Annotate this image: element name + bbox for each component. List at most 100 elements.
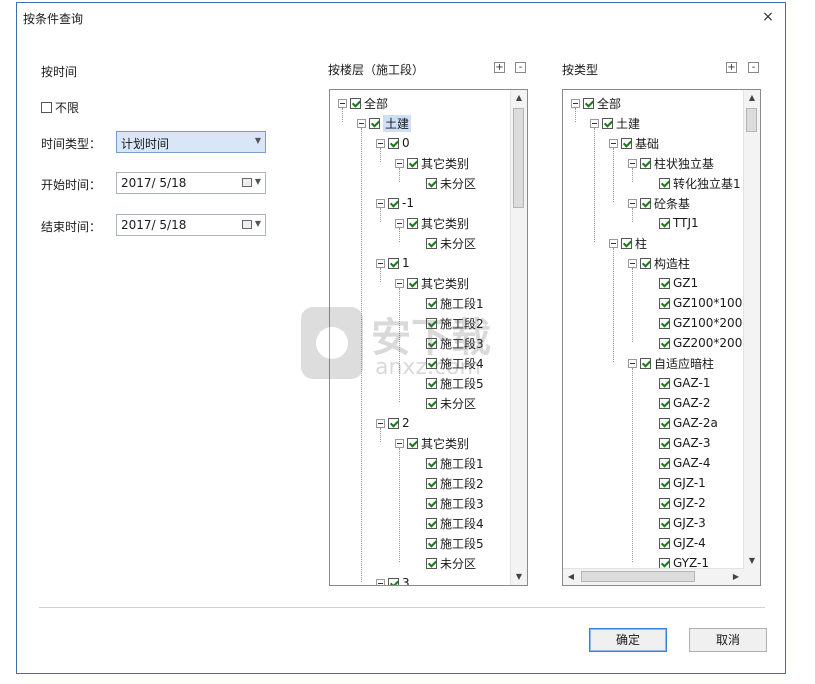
scroll-up-icon[interactable]: ▲ (744, 90, 760, 106)
tree-checkbox[interactable] (659, 477, 670, 489)
tree-checkbox[interactable] (426, 497, 437, 509)
tree-checkbox[interactable] (388, 137, 399, 149)
tree-checkbox[interactable] (426, 357, 437, 369)
tree-checkbox[interactable] (659, 537, 670, 549)
tree-node[interactable]: 其它类别 (395, 433, 469, 453)
floor-tree-vscroll[interactable]: ▲ ▼ (510, 90, 527, 585)
tree-checkbox[interactable] (388, 577, 399, 585)
collapse-icon[interactable] (376, 198, 385, 208)
tree-node[interactable]: GZ100*200 (659, 313, 742, 333)
tree-node[interactable]: 施工段5 (426, 533, 484, 553)
tree-checkbox[interactable] (388, 417, 399, 429)
tree-checkbox[interactable] (640, 197, 651, 209)
tree-checkbox[interactable] (388, 257, 399, 269)
tree-node[interactable]: 2 (376, 413, 410, 433)
time-type-select[interactable]: 计划时间 ▼ (116, 131, 266, 153)
collapse-icon[interactable] (609, 138, 618, 148)
tree-node[interactable]: GZ1 (659, 273, 698, 293)
tree-checkbox[interactable] (407, 437, 418, 449)
scroll-down-icon[interactable]: ▼ (511, 569, 527, 585)
tree-node[interactable]: 其它类别 (395, 273, 469, 293)
tree-checkbox[interactable] (426, 397, 437, 409)
tree-checkbox[interactable] (659, 277, 670, 289)
tree-checkbox[interactable] (659, 377, 670, 389)
close-icon[interactable]: × (759, 8, 777, 26)
tree-checkbox[interactable] (659, 437, 670, 449)
tree-node[interactable]: GJZ-1 (659, 473, 706, 493)
collapse-icon[interactable] (376, 578, 385, 585)
tree-node[interactable]: 1 (376, 253, 410, 273)
collapse-icon[interactable] (357, 118, 366, 128)
tree-node[interactable]: 自适应暗柱 (628, 353, 714, 373)
tree-checkbox[interactable] (640, 357, 651, 369)
cancel-button[interactable]: 取消 (689, 628, 767, 652)
collapse-icon[interactable] (609, 238, 618, 248)
tree-node[interactable]: 其它类别 (395, 153, 469, 173)
tree-checkbox[interactable] (659, 397, 670, 409)
type-tree[interactable]: 全部 土建 基础 柱状独立基 转化独立基1 砼条基 TTJ1 柱构造柱 GZ1 GZ100*100… (562, 89, 761, 586)
tree-node[interactable]: 0 (376, 133, 410, 153)
tree-node[interactable]: 转化独立基1 (659, 173, 741, 193)
tree-checkbox[interactable] (640, 257, 651, 269)
tree-checkbox[interactable] (659, 517, 670, 529)
tree-checkbox[interactable] (659, 337, 670, 349)
collapse-all-button[interactable]: - (748, 62, 759, 73)
tree-node[interactable]: 全部 (571, 93, 621, 113)
tree-node[interactable]: 土建 (357, 113, 412, 133)
tree-node[interactable]: GAZ-4 (659, 453, 710, 473)
collapse-all-button[interactable]: - (515, 62, 526, 73)
collapse-icon[interactable] (395, 438, 404, 448)
tree-node[interactable]: GAZ-2 (659, 393, 710, 413)
scroll-up-icon[interactable]: ▲ (511, 90, 527, 106)
tree-checkbox[interactable] (369, 117, 380, 129)
tree-node[interactable]: 施工段5 (426, 373, 484, 393)
tree-node[interactable]: 砼条基 (628, 193, 690, 213)
tree-node[interactable]: 柱 (609, 233, 647, 253)
scroll-left-icon[interactable]: ◀ (563, 569, 579, 585)
expand-all-button[interactable]: + (726, 62, 737, 73)
tree-checkbox[interactable] (426, 517, 437, 529)
tree-node[interactable]: GAZ-2a (659, 413, 718, 433)
tree-checkbox[interactable] (426, 457, 437, 469)
tree-checkbox[interactable] (350, 97, 361, 109)
tree-checkbox[interactable] (583, 97, 594, 109)
tree-node[interactable]: 施工段3 (426, 493, 484, 513)
collapse-icon[interactable] (376, 258, 385, 268)
tree-node[interactable]: GJZ-3 (659, 513, 706, 533)
collapse-icon[interactable] (628, 358, 637, 368)
tree-node[interactable]: 其它类别 (395, 213, 469, 233)
collapse-icon[interactable] (376, 138, 385, 148)
tree-checkbox[interactable] (426, 537, 437, 549)
tree-checkbox[interactable] (426, 177, 437, 189)
tree-node[interactable]: 施工段2 (426, 473, 484, 493)
collapse-icon[interactable] (338, 98, 347, 108)
unlimited-checkbox-row[interactable]: 不限 (41, 99, 79, 116)
tree-node[interactable]: GZ100*100 (659, 293, 742, 313)
tree-checkbox[interactable] (659, 177, 670, 189)
start-date-picker[interactable]: 2017/ 5/18 ▼ (116, 172, 266, 194)
tree-checkbox[interactable] (659, 217, 670, 229)
scroll-hthumb[interactable] (581, 571, 695, 582)
tree-node[interactable]: GJZ-2 (659, 493, 706, 513)
tree-checkbox[interactable] (388, 197, 399, 209)
collapse-icon[interactable] (395, 278, 404, 288)
tree-checkbox[interactable] (426, 317, 437, 329)
tree-node[interactable]: 基础 (609, 133, 659, 153)
tree-node[interactable]: 未分区 (426, 393, 476, 413)
tree-checkbox[interactable] (426, 377, 437, 389)
collapse-icon[interactable] (395, 218, 404, 228)
tree-node[interactable]: 柱状独立基 (628, 153, 714, 173)
tree-node[interactable]: 全部 (338, 93, 388, 113)
tree-node[interactable]: -1 (376, 193, 414, 213)
tree-node[interactable]: 未分区 (426, 233, 476, 253)
scroll-right-icon[interactable]: ▶ (728, 569, 744, 585)
collapse-icon[interactable] (571, 98, 580, 108)
tree-checkbox[interactable] (659, 297, 670, 309)
collapse-icon[interactable] (376, 418, 385, 428)
tree-node[interactable]: 施工段3 (426, 333, 484, 353)
tree-checkbox[interactable] (426, 477, 437, 489)
unlimited-checkbox[interactable] (41, 102, 52, 113)
tree-node[interactable]: GAZ-3 (659, 433, 710, 453)
ok-button[interactable]: 确定 (589, 628, 667, 652)
collapse-icon[interactable] (395, 158, 404, 168)
